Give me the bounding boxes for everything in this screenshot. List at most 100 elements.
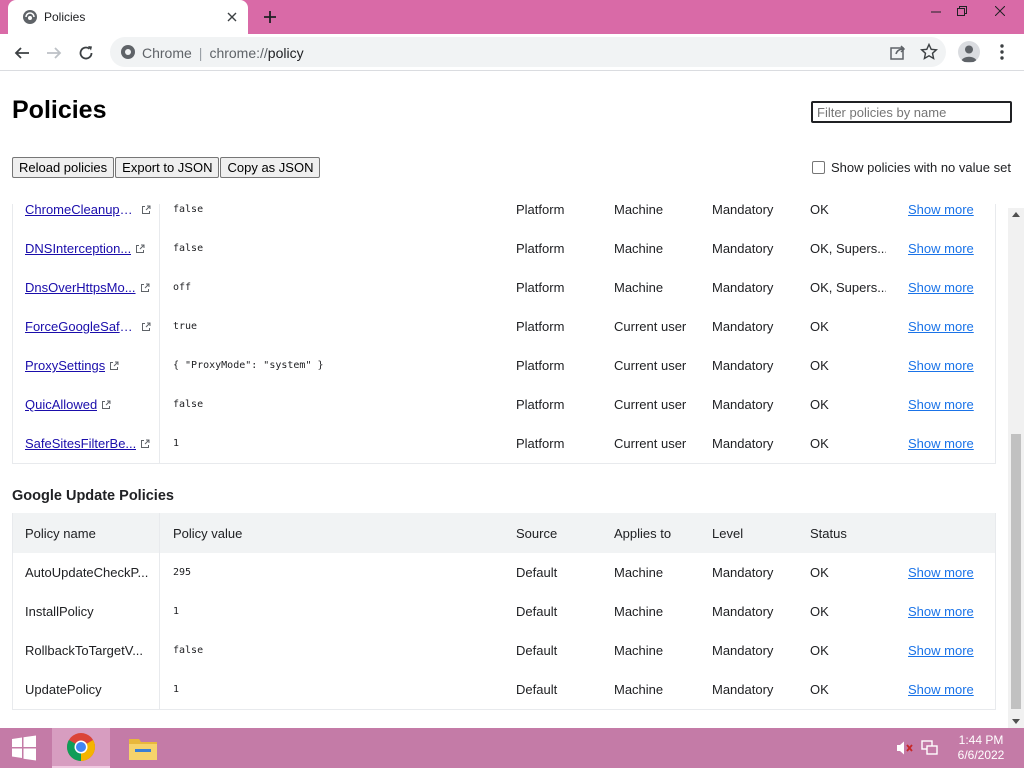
show-more-link[interactable]: Show more [908, 385, 988, 424]
policy-name-cell: ChromeCleanupR... [13, 204, 160, 229]
policy-status: OK [810, 604, 829, 619]
show-more-link[interactable]: Show more [908, 307, 988, 346]
policy-source: Platform [516, 397, 565, 412]
policy-value: false [173, 204, 204, 215]
show-more-link[interactable]: Show more [908, 592, 988, 631]
show-more-link[interactable]: Show more [908, 631, 988, 670]
show-more-link[interactable]: Show more [908, 553, 988, 592]
tab-policies[interactable]: Policies [8, 0, 248, 34]
external-link-icon[interactable] [101, 400, 111, 410]
show-more-link[interactable]: Show more [908, 204, 988, 229]
file-explorer-icon[interactable] [114, 728, 172, 768]
policy-name-link[interactable]: DnsOverHttpsMo... [25, 280, 136, 295]
policy-value: 295 [173, 567, 192, 578]
policy-row: InstallPolicy 1 Default Machine Mandatory OK S… [13, 592, 995, 631]
policy-source: Platform [516, 280, 565, 295]
header-status: Status [810, 525, 847, 541]
policy-name-link[interactable]: ProxySettings [25, 358, 105, 373]
show-no-value-toggle[interactable]: Show policies with no value set [812, 160, 1011, 175]
header-source: Source [516, 525, 558, 541]
volume-muted-icon[interactable] [896, 740, 914, 756]
reload-icon[interactable] [72, 39, 100, 67]
show-no-value-checkbox[interactable] [812, 161, 825, 174]
policy-applies-to: Machine [614, 565, 664, 580]
policy-name-cell: ForceGoogleSafe... [13, 307, 160, 346]
more-menu-icon[interactable] [992, 40, 1012, 64]
show-more-link[interactable]: Show more [908, 229, 988, 268]
show-more-link[interactable]: Show more [908, 268, 988, 307]
windows-start-icon[interactable] [0, 728, 48, 768]
policy-level: Mandatory [712, 682, 774, 697]
policy-name-cell: SafeSitesFilterBe... [13, 424, 160, 463]
taskbar-clock[interactable]: 1:44 PM 6/6/2022 [948, 733, 1014, 763]
policy-source: Platform [516, 319, 565, 334]
header-policy-name: Policy name [13, 513, 160, 553]
filter-policies-input[interactable] [811, 101, 1012, 123]
policy-row: AutoUpdateCheckP... 295 Default Machine Mand… [13, 553, 995, 592]
reload-policies-button[interactable]: Reload policies [12, 157, 115, 178]
policy-name: UpdatePolicy [25, 682, 102, 697]
external-link-icon[interactable] [140, 439, 150, 449]
copy-json-button[interactable]: Copy as JSON [220, 157, 321, 178]
policy-value: false [173, 243, 204, 254]
policy-name-link[interactable]: SafeSitesFilterBe... [25, 436, 136, 451]
policy-value: 1 [173, 606, 180, 617]
policy-value: off [173, 282, 192, 293]
close-tab-icon[interactable] [222, 7, 242, 27]
page-scrollbar[interactable] [1008, 208, 1024, 728]
policy-name-cell: InstallPolicy [13, 592, 160, 631]
external-link-icon[interactable] [109, 361, 119, 371]
external-link-icon[interactable] [140, 283, 150, 293]
policy-status: OK, Supers... [810, 241, 886, 256]
table-header-row: Policy name Policy value Source Applies … [13, 513, 995, 553]
policy-row: SafeSitesFilterBe... 1 Platform Current use… [13, 424, 995, 463]
external-link-icon[interactable] [141, 322, 151, 332]
back-icon[interactable] [8, 39, 36, 67]
policy-name-link[interactable]: DNSInterception... [25, 241, 131, 256]
policy-row: DnsOverHttpsMo... off Platform Machine Manda… [13, 268, 995, 307]
restore-icon[interactable] [945, 0, 979, 22]
show-more-link[interactable]: Show more [908, 670, 988, 709]
close-window-icon[interactable] [983, 0, 1017, 22]
policy-favicon-icon [23, 10, 37, 24]
policy-status: OK [810, 682, 829, 697]
policy-name-cell: DnsOverHttpsMo... [13, 268, 160, 307]
network-icon[interactable] [921, 740, 939, 756]
policy-page: Policies Reload policies Export to JSON … [0, 71, 1024, 728]
policy-value: { "ProxyMode": "system" } [173, 360, 324, 371]
show-more-link[interactable]: Show more [908, 346, 988, 385]
policy-source: Default [516, 604, 558, 619]
policy-status: OK, Supers... [810, 280, 886, 295]
policy-name-cell: ProxySettings [13, 346, 160, 385]
external-link-icon[interactable] [141, 205, 151, 215]
policy-status: OK [810, 397, 829, 412]
policy-name-link[interactable]: ForceGoogleSafe... [25, 319, 137, 334]
show-more-link[interactable]: Show more [908, 424, 988, 463]
scroll-down-arrow-icon[interactable] [1012, 719, 1020, 724]
action-buttons: Reload policies Export to JSON Copy as J… [12, 157, 321, 178]
new-tab-icon[interactable] [258, 5, 282, 29]
policy-value: 1 [173, 438, 180, 449]
bookmark-star-icon[interactable] [920, 43, 938, 61]
chrome-policies-table: ChromeCleanupR... false Platform Machine Man… [12, 204, 996, 464]
policy-status: OK [810, 204, 829, 217]
browser-toolbar: Chrome | chrome://policy [0, 34, 1024, 71]
scrollbar-thumb[interactable] [1011, 434, 1021, 709]
export-json-button[interactable]: Export to JSON [115, 157, 220, 178]
external-link-icon[interactable] [135, 244, 145, 254]
profile-avatar-icon[interactable] [958, 41, 980, 63]
policy-status: OK [810, 643, 829, 658]
url-prefix: chrome:// [209, 45, 268, 61]
policy-applies-to: Machine [614, 682, 664, 697]
policy-level: Mandatory [712, 436, 774, 451]
share-icon[interactable] [889, 43, 907, 61]
policy-name-link[interactable]: ChromeCleanupR... [25, 204, 137, 217]
policy-source: Platform [516, 358, 565, 373]
scroll-up-arrow-icon[interactable] [1012, 212, 1020, 217]
address-bar[interactable]: Chrome | chrome://policy [110, 37, 946, 67]
forward-icon[interactable] [40, 39, 68, 67]
chrome-taskbar-icon[interactable] [52, 728, 110, 768]
header-level: Level [712, 525, 744, 541]
policy-name-link[interactable]: QuicAllowed [25, 397, 97, 412]
policy-name: InstallPolicy [25, 604, 94, 619]
